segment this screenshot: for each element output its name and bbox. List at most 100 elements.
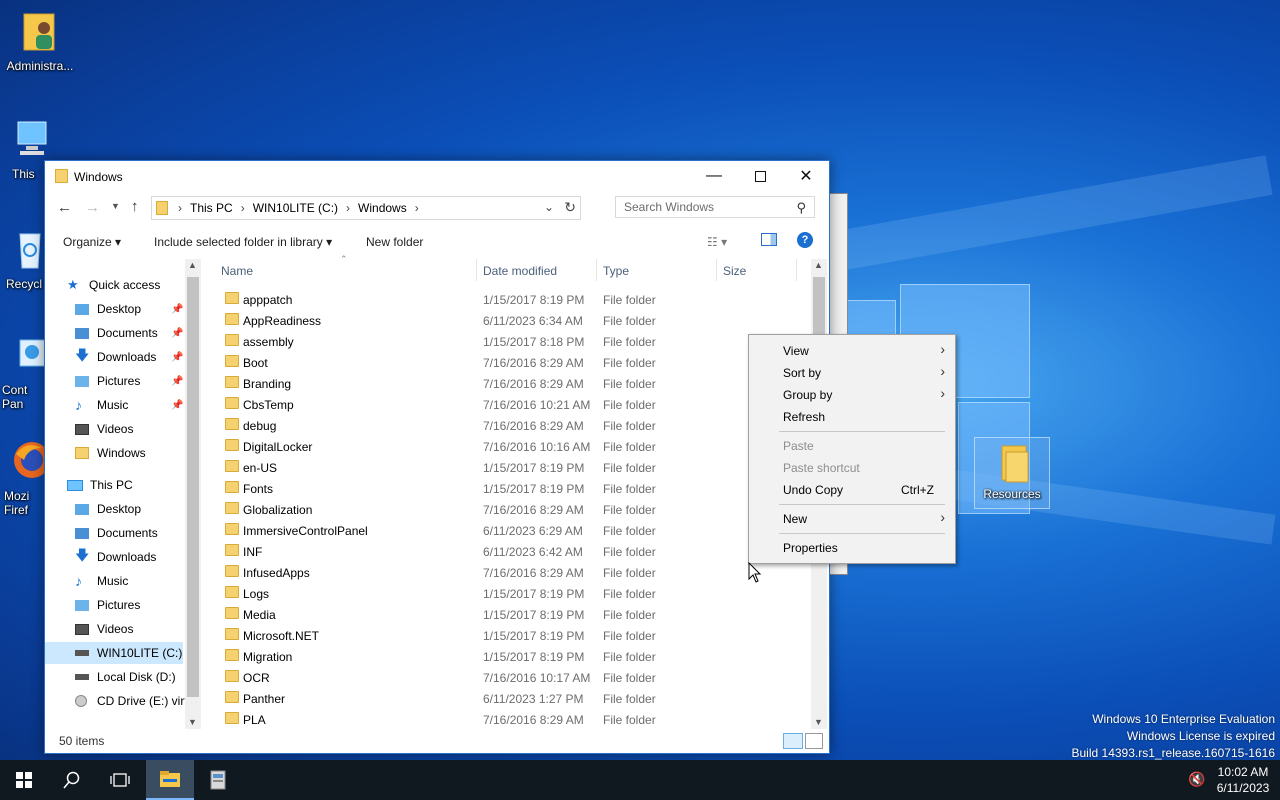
task-view-button[interactable]: [96, 760, 144, 800]
nav-this-pc-videos[interactable]: Videos: [75, 618, 201, 640]
menu-item-sort-by[interactable]: Sort by: [783, 366, 821, 380]
nav-music-pinned[interactable]: ♪ Music 📌: [75, 394, 201, 416]
table-row[interactable]: AppReadiness 6/11/2023 6:34 AM File folder: [221, 310, 656, 331]
nav-pictures-pinned[interactable]: Pictures 📌: [75, 370, 201, 392]
file-explorer-icon: [160, 771, 180, 787]
view-options-icon[interactable]: ☷ ▾: [707, 235, 727, 249]
table-row[interactable]: Panther 6/11/2023 1:27 PM File folder: [221, 688, 656, 709]
preview-pane-icon[interactable]: [761, 233, 777, 246]
breadcrumb-this-pc[interactable]: This PC: [190, 201, 233, 215]
taskbar-file-explorer[interactable]: [146, 760, 194, 800]
menu-item-view[interactable]: View: [783, 344, 809, 358]
search-box[interactable]: Search Windows ⚲: [615, 196, 815, 218]
nav-documents-pinned[interactable]: Documents 📌: [75, 322, 201, 344]
table-row[interactable]: apppatch 1/15/2017 8:19 PM File folder: [221, 289, 656, 310]
nav-scrollbar[interactable]: ▲ ▼: [185, 259, 201, 729]
organize-button[interactable]: Organize ▾: [63, 235, 121, 249]
search-input[interactable]: Search Windows: [624, 200, 714, 214]
search-icon: ⚲: [796, 200, 806, 215]
table-row[interactable]: CbsTemp 7/16/2016 10:21 AM File folder: [221, 394, 656, 415]
breadcrumb-drive[interactable]: WIN10LITE (C:): [253, 201, 338, 215]
new-folder-button[interactable]: New folder: [366, 235, 423, 249]
table-row[interactable]: Branding 7/16/2016 8:29 AM File folder: [221, 373, 656, 394]
pin-icon[interactable]: 📌: [171, 304, 183, 315]
table-row[interactable]: InfusedApps 7/16/2016 8:29 AM File folder: [221, 562, 656, 583]
nav-this-pc-pictures[interactable]: Pictures: [75, 594, 201, 616]
details-view-icon[interactable]: [783, 733, 803, 749]
menu-item-new[interactable]: New: [783, 512, 807, 526]
nav-scroll-thumb[interactable]: [187, 277, 199, 697]
clock[interactable]: 10:02 AM 6/11/2023: [1210, 764, 1276, 796]
refresh-icon[interactable]: ↻: [564, 199, 576, 216]
table-row[interactable]: DigitalLocker 7/16/2016 10:16 AM File fold…: [221, 436, 656, 457]
pin-icon[interactable]: 📌: [171, 352, 183, 363]
pin-icon[interactable]: 📌: [171, 376, 183, 387]
menu-item-properties[interactable]: Properties: [783, 541, 838, 555]
column-size[interactable]: Size: [723, 264, 746, 278]
table-row[interactable]: Media 1/15/2017 8:19 PM File folder: [221, 604, 656, 625]
table-row[interactable]: Microsoft.NET 1/15/2017 8:19 PM File folde…: [221, 625, 656, 646]
scroll-up-icon[interactable]: ▲: [814, 260, 823, 270]
control-panel-icon: [19, 339, 49, 367]
desktop-icon-resources[interactable]: Resources: [974, 437, 1050, 509]
nav-this-pc-desktop[interactable]: Desktop: [75, 498, 201, 520]
table-row[interactable]: Migration 1/15/2017 8:19 PM File folder: [221, 646, 656, 667]
nav-videos[interactable]: Videos: [75, 418, 201, 440]
folder-icon: [225, 292, 239, 304]
nav-this-pc-downloads[interactable]: 🡇 Downloads: [75, 546, 201, 568]
pin-icon[interactable]: 📌: [171, 328, 183, 339]
column-type[interactable]: Type: [603, 264, 629, 278]
desktop-icon-administrator[interactable]: Administra...: [0, 10, 80, 73]
scroll-down-icon[interactable]: ▼: [814, 717, 823, 727]
pin-icon[interactable]: 📌: [171, 400, 183, 411]
volume-muted-icon[interactable]: 🔇: [1188, 771, 1205, 788]
table-row[interactable]: Logs 1/15/2017 8:19 PM File folder: [221, 583, 656, 604]
table-row[interactable]: Fonts 1/15/2017 8:19 PM File folder: [221, 478, 656, 499]
table-row[interactable]: debug 7/16/2016 8:29 AM File folder: [221, 415, 656, 436]
include-in-library-button[interactable]: Include selected folder in library ▾: [154, 235, 332, 249]
address-bar[interactable]: › This PC › WIN10LITE (C:) › Windows › ⌄…: [151, 196, 581, 220]
table-row[interactable]: Globalization 7/16/2016 8:29 AM File folde…: [221, 499, 656, 520]
scroll-up-icon[interactable]: ▲: [188, 260, 197, 270]
maximize-button[interactable]: [737, 161, 783, 191]
close-button[interactable]: ✕: [783, 161, 829, 191]
nav-downloads-pinned[interactable]: 🡇 Downloads 📌: [75, 346, 201, 368]
help-icon[interactable]: ?: [797, 232, 813, 248]
table-row[interactable]: OCR 7/16/2016 10:17 AM File folder: [221, 667, 656, 688]
table-row[interactable]: ImmersiveControlPanel 6/11/2023 6:29 AM Fi…: [221, 520, 656, 541]
table-row[interactable]: en-US 1/15/2017 8:19 PM File folder: [221, 457, 656, 478]
minimize-button[interactable]: —: [691, 161, 737, 191]
search-button[interactable]: [48, 760, 96, 800]
up-arrow-icon[interactable]: ↑: [131, 198, 139, 215]
back-arrow-icon[interactable]: ←: [57, 199, 72, 216]
column-date-modified[interactable]: Date modified: [483, 264, 557, 278]
column-name[interactable]: Name: [221, 264, 253, 278]
nav-this-pc-documents[interactable]: Documents: [75, 522, 201, 544]
menu-item-group-by[interactable]: Group by: [783, 388, 832, 402]
nav-this-pc-music[interactable]: ♪ Music: [75, 570, 201, 592]
nav-quick-access[interactable]: ★ Quick access: [67, 274, 201, 296]
nav-desktop-pinned[interactable]: Desktop 📌: [75, 298, 201, 320]
table-row[interactable]: INF 6/11/2023 6:42 AM File folder: [221, 541, 656, 562]
breadcrumb-windows[interactable]: Windows: [358, 201, 407, 215]
large-icons-view-icon[interactable]: [805, 733, 823, 749]
table-row[interactable]: PLA 7/16/2016 8:29 AM File folder: [221, 709, 656, 730]
nav-drive-c[interactable]: WIN10LITE (C:): [45, 642, 183, 664]
start-button[interactable]: [0, 760, 48, 800]
title-bar[interactable]: Windows — ✕: [45, 161, 829, 191]
table-row[interactable]: Boot 7/16/2016 8:29 AM File folder: [221, 352, 656, 373]
chevron-down-icon[interactable]: ⌄: [544, 200, 554, 214]
nav-windows-folder[interactable]: Windows: [75, 442, 201, 464]
nav-drive-d[interactable]: Local Disk (D:): [75, 666, 201, 688]
menu-item-refresh[interactable]: Refresh: [783, 410, 825, 424]
scroll-down-icon[interactable]: ▼: [188, 717, 197, 727]
taskbar-app[interactable]: [194, 760, 242, 800]
folder-icon: [156, 201, 168, 215]
menu-item-undo-copy[interactable]: Undo Copy: [783, 483, 843, 497]
table-row[interactable]: assembly 1/15/2017 8:18 PM File folder: [221, 331, 656, 352]
recent-dropdown-icon[interactable]: ▼: [111, 201, 120, 211]
nav-this-pc[interactable]: This PC: [67, 474, 201, 496]
forward-arrow-icon[interactable]: →: [85, 199, 100, 216]
nav-drive-e[interactable]: CD Drive (E:) virt: [75, 690, 201, 712]
folder-icon: [225, 502, 239, 514]
